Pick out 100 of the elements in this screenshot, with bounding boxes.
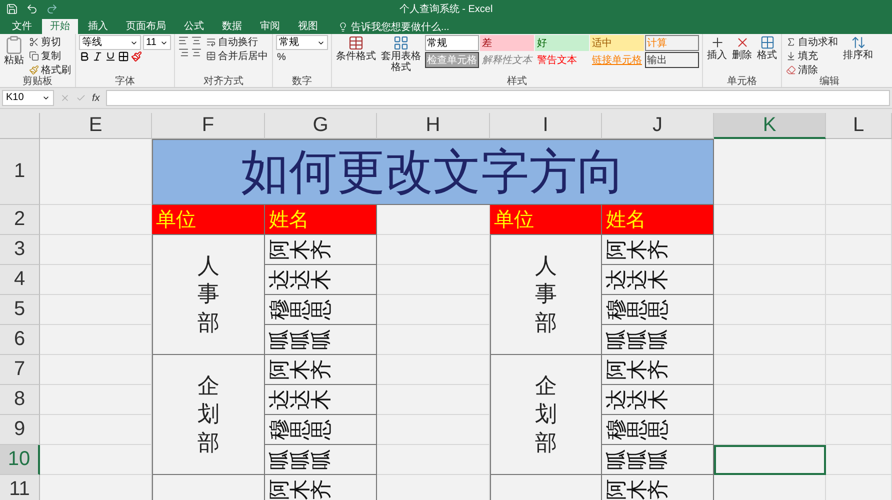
bold-icon[interactable] [79, 51, 90, 62]
column-header[interactable]: I [490, 113, 602, 139]
group-label: 单元格 [726, 76, 758, 87]
table-cell[interactable]: 阿木齐 [602, 355, 714, 385]
row-header[interactable]: 11 [0, 475, 40, 500]
paste-button[interactable]: 粘贴 [3, 35, 25, 66]
table-cell[interactable]: 呱呱呱 [602, 325, 714, 355]
row-header[interactable]: 8 [0, 385, 40, 415]
ribbon-tab[interactable]: 页面布局 [118, 19, 174, 34]
ribbon-tab[interactable]: 审阅 [252, 19, 288, 34]
table-cell[interactable]: 达达木 [602, 385, 714, 415]
column-header[interactable]: F [152, 113, 265, 139]
ribbon-tab[interactable]: 文件 [4, 19, 40, 34]
column-header[interactable]: H [377, 113, 490, 139]
cell-style-item[interactable]: 适中 [590, 35, 644, 51]
empty-cell[interactable] [490, 475, 602, 500]
ribbon-tab[interactable]: 数据 [214, 19, 250, 34]
name-text: 呱呱呱 [269, 449, 332, 470]
number-format-select[interactable]: 常规 [276, 35, 328, 50]
name-text: 穆思思 [269, 299, 332, 320]
table-cell[interactable]: 达达木 [265, 385, 377, 415]
selected-cell[interactable] [714, 445, 826, 475]
empty-cell[interactable] [152, 475, 265, 500]
down-arrow-icon [786, 50, 796, 60]
cut-button[interactable]: 剪切 [28, 35, 72, 48]
fill-button[interactable]: 填充 [785, 49, 839, 62]
ribbon-tab[interactable]: 开始 [42, 19, 78, 34]
cell-style-item[interactable]: 输出 [645, 52, 699, 68]
table-format-button[interactable]: 套用表格格式 [380, 35, 422, 73]
align-center-icon [191, 35, 202, 46]
row-header[interactable]: 10 [0, 445, 40, 475]
table-cell[interactable]: 达达木 [602, 265, 714, 295]
column-header[interactable]: K [714, 113, 826, 139]
department-cell: 人事部 [152, 235, 265, 355]
formula-input[interactable] [106, 90, 890, 106]
name-text: 阿木齐 [269, 359, 332, 380]
format-button[interactable]: 格式 [756, 35, 778, 61]
column-header[interactable]: E [40, 113, 152, 139]
align-right-icon [178, 47, 189, 58]
undo-icon [26, 3, 38, 15]
row-header[interactable]: 3 [0, 235, 40, 265]
wrap-text-button[interactable]: 自动换行 [205, 35, 269, 48]
fill-color-icon[interactable] [131, 51, 142, 62]
column-header[interactable]: G [265, 113, 377, 139]
scissors-icon [29, 36, 39, 46]
row-header[interactable]: 5 [0, 295, 40, 325]
underline-icon[interactable] [105, 51, 116, 62]
row-header[interactable]: 9 [0, 415, 40, 445]
cell-style-item[interactable]: 好 [535, 35, 589, 51]
table-cell[interactable]: 穆思思 [602, 295, 714, 325]
merge-center-button[interactable]: 合并后居中 [205, 49, 269, 62]
cell-style-item[interactable]: 差 [480, 35, 534, 51]
column-header[interactable]: J [602, 113, 714, 139]
cancel-icon [60, 93, 70, 103]
clear-button[interactable]: 清除 [785, 63, 839, 76]
table-cell[interactable]: 达达木 [265, 265, 377, 295]
table-cell[interactable]: 穆思思 [265, 295, 377, 325]
column-header[interactable]: L [826, 113, 892, 139]
table-cell[interactable]: 穆思思 [602, 415, 714, 445]
table-cell[interactable]: 阿木齐 [265, 475, 377, 500]
tell-me-field[interactable]: 告诉我您想要做什么... [338, 19, 450, 34]
row-header[interactable]: 1 [0, 139, 40, 205]
table-cell[interactable]: 穆思思 [265, 415, 377, 445]
table-cell[interactable]: 呱呱呱 [265, 445, 377, 475]
italic-icon[interactable] [92, 51, 103, 62]
name-box[interactable]: K10 [2, 90, 54, 106]
format-painter-button[interactable]: 格式刷 [28, 63, 72, 76]
table-cell[interactable]: 阿木齐 [602, 475, 714, 500]
merge-icon [206, 50, 216, 60]
table-cell[interactable]: 呱呱呱 [265, 325, 377, 355]
name-text: 达达木 [269, 269, 332, 290]
table-cell[interactable]: 呱呱呱 [602, 445, 714, 475]
border-icon[interactable] [118, 51, 129, 62]
row-header[interactable]: 4 [0, 265, 40, 295]
delete-button[interactable]: 删除 [731, 35, 753, 61]
ribbon-tab[interactable]: 插入 [80, 19, 116, 34]
table-cell[interactable]: 阿木齐 [265, 235, 377, 265]
ribbon-tab[interactable]: 公式 [176, 19, 212, 34]
table-cell[interactable]: 阿木齐 [602, 235, 714, 265]
font-size-select[interactable]: 11 [143, 35, 171, 50]
font-name-select[interactable]: 等线 [79, 35, 141, 50]
name-text: 阿木齐 [606, 479, 669, 500]
insert-function-button[interactable]: fx [92, 92, 100, 104]
select-all-corner[interactable] [0, 113, 40, 139]
row-header[interactable]: 6 [0, 325, 40, 355]
name-text: 穆思思 [269, 419, 332, 440]
conditional-format-button[interactable]: 条件格式 [335, 35, 377, 62]
group-label: 样式 [506, 76, 528, 87]
autosum-button[interactable]: 自动求和 [785, 35, 839, 48]
copy-button[interactable]: 复制 [28, 49, 72, 62]
row-header[interactable]: 7 [0, 355, 40, 385]
header-cell: 单位 [490, 205, 602, 235]
sort-button[interactable]: 排序和 [842, 35, 874, 61]
row-header[interactable]: 2 [0, 205, 40, 235]
insert-button[interactable]: 插入 [706, 35, 728, 61]
percent-button[interactable]: % [276, 51, 328, 64]
align-left-icon [178, 35, 189, 46]
ribbon-tab[interactable]: 视图 [290, 19, 326, 34]
cell-style-item[interactable]: 常规 [425, 35, 479, 51]
table-cell[interactable]: 阿木齐 [265, 355, 377, 385]
